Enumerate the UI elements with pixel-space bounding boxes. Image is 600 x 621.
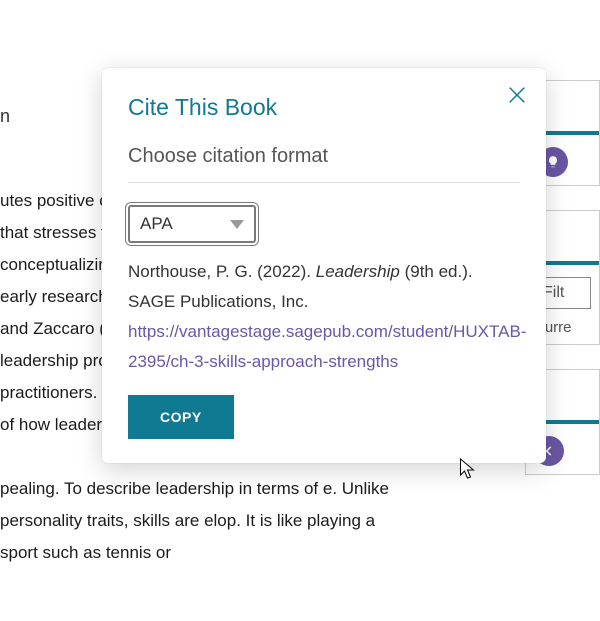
citation-text: Northouse, P. G. (2022). Leadership (9th…: [128, 257, 520, 377]
bg-heading-fragment: n: [0, 106, 10, 127]
citation-prefix: Northouse, P. G. (2022).: [128, 262, 316, 281]
mouse-cursor-icon: [459, 458, 476, 485]
close-icon[interactable]: [506, 84, 528, 111]
modal-title: Cite This Book: [128, 94, 520, 121]
citation-format-select[interactable]: APA: [128, 205, 256, 243]
copy-button[interactable]: COPY: [128, 395, 234, 439]
divider: [128, 182, 520, 183]
cite-modal: Cite This Book Choose citation format AP…: [102, 68, 546, 463]
citation-url-link[interactable]: https://vantagestage.sagepub.com/student…: [128, 322, 526, 371]
citation-title-italic: Leadership: [316, 262, 400, 281]
chevron-down-icon: [230, 220, 244, 229]
modal-subtitle: Choose citation format: [128, 145, 520, 168]
citation-format-value: APA: [140, 214, 173, 234]
